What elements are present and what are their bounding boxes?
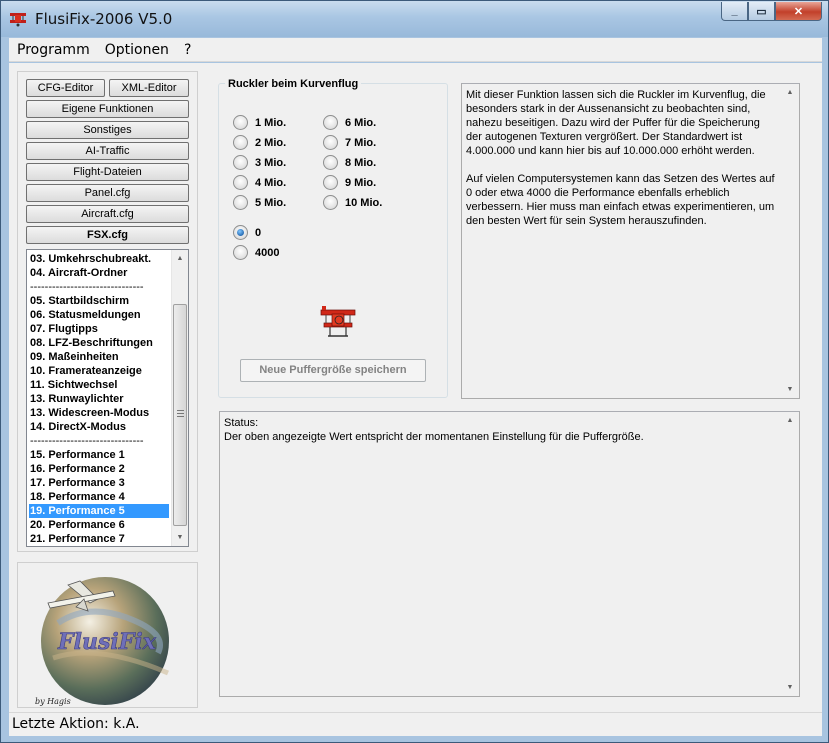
biplane-icon <box>320 306 356 337</box>
radio-icon[interactable] <box>233 195 248 210</box>
radio-icon[interactable] <box>323 195 338 210</box>
menu-programm[interactable]: Programm <box>9 42 97 58</box>
info-textbox[interactable]: Mit dieser Funktion lassen sich die Ruck… <box>461 83 800 399</box>
radio-checked-icon[interactable] <box>233 225 248 240</box>
list-item-selected[interactable]: 19. Performance 5 <box>29 504 169 518</box>
list-item[interactable]: 09. Maßeinheiten <box>29 350 169 364</box>
scroll-up-icon[interactable]: ▲ <box>782 412 798 429</box>
radio-4-mio[interactable]: 4 Mio. <box>233 174 286 191</box>
status-scrollbar[interactable]: ▲ ▼ <box>782 412 799 696</box>
scroll-up-icon[interactable]: ▲ <box>172 250 188 267</box>
cfg-editor-button[interactable]: CFG-Editor <box>26 79 105 97</box>
list-item[interactable]: 06. Statusmeldungen <box>29 308 169 322</box>
status-textbox[interactable]: Status: Der oben angezeigte Wert entspric… <box>219 411 800 697</box>
app-icon[interactable] <box>9 11 27 27</box>
radio-7-mio[interactable]: 7 Mio. <box>323 134 376 151</box>
radio-icon[interactable] <box>323 155 338 170</box>
info-text: Mit dieser Funktion lassen sich die Ruck… <box>466 89 775 227</box>
status-text: Status: Der oben angezeigte Wert entspric… <box>224 416 644 444</box>
radio-icon[interactable] <box>323 135 338 150</box>
panel-cfg-button[interactable]: Panel.cfg <box>26 184 189 202</box>
radio-2-mio[interactable]: 2 Mio. <box>233 134 286 151</box>
flight-files-button[interactable]: Flight-Dateien <box>26 163 189 181</box>
list-item[interactable]: 17. Performance 3 <box>29 476 169 490</box>
list-scrollbar[interactable]: ▲ ▼ <box>171 250 188 546</box>
navigation-panel: CFG-Editor XML-Editor Eigene Funktionen … <box>17 71 198 552</box>
list-item[interactable]: 03. Umkehrschubreakt. <box>29 252 169 266</box>
list-item[interactable]: 16. Performance 2 <box>29 462 169 476</box>
list-item[interactable]: 15. Performance 1 <box>29 448 169 462</box>
logo-panel: FlusiFix by Hagis <box>17 562 198 708</box>
scroll-down-icon[interactable]: ▼ <box>782 381 798 398</box>
radio-1-mio[interactable]: 1 Mio. <box>233 114 286 131</box>
menu-bar: Programm Optionen ? <box>9 38 822 62</box>
radio-9-mio[interactable]: 9 Mio. <box>323 174 376 191</box>
function-list[interactable]: 03. Umkehrschubreakt. 04. Aircraft-Ordne… <box>26 249 189 547</box>
radio-icon[interactable] <box>323 175 338 190</box>
group-title: Ruckler beim Kurvenflug <box>225 78 362 90</box>
list-item[interactable]: 05. Startbildschirm <box>29 294 169 308</box>
list-item[interactable]: 04. Aircraft-Ordner <box>29 266 169 280</box>
radio-icon[interactable] <box>233 135 248 150</box>
maximize-button[interactable]: ▭ <box>748 2 775 21</box>
radio-0[interactable]: 0 <box>233 224 261 241</box>
radio-icon[interactable] <box>233 115 248 130</box>
radio-icon[interactable] <box>233 245 248 260</box>
maximize-icon: ▭ <box>756 5 767 18</box>
list-item[interactable]: 14. DirectX-Modus <box>29 420 169 434</box>
logo-credit: by Hagis <box>35 697 71 706</box>
xml-editor-button[interactable]: XML-Editor <box>109 79 189 97</box>
close-icon: ✕ <box>793 5 804 18</box>
logo-text: FlusiFix <box>57 629 157 655</box>
client-area: CFG-Editor XML-Editor Eigene Funktionen … <box>9 63 822 712</box>
close-button[interactable]: ✕ <box>775 2 822 21</box>
scroll-thumb[interactable] <box>173 304 187 526</box>
flusifix-globe-logo: FlusiFix by Hagis <box>35 577 169 706</box>
scroll-up-icon[interactable]: ▲ <box>782 84 798 101</box>
list-item[interactable]: 18. Performance 4 <box>29 490 169 504</box>
radio-4000[interactable]: 4000 <box>233 244 279 261</box>
radio-10-mio[interactable]: 10 Mio. <box>323 194 382 211</box>
list-item[interactable]: 08. LFZ-Beschriftungen <box>29 336 169 350</box>
list-item[interactable]: 20. Performance 6 <box>29 518 169 532</box>
caption-buttons: _ ▭ ✕ <box>721 2 822 21</box>
minimize-button[interactable]: _ <box>721 2 748 21</box>
status-bar: Letzte Aktion: k.A. <box>9 712 822 736</box>
title-bar[interactable]: FlusiFix-2006 V5.0 _ ▭ ✕ <box>1 1 828 37</box>
misc-button[interactable]: Sonstiges <box>26 121 189 139</box>
radio-6-mio[interactable]: 6 Mio. <box>323 114 376 131</box>
fsx-cfg-button[interactable]: FSX.cfg <box>26 226 189 244</box>
status-label: Status: <box>224 417 259 429</box>
app-window: FlusiFix-2006 V5.0 _ ▭ ✕ Programm Option… <box>0 0 829 743</box>
list-item[interactable]: 13. Widescreen-Modus <box>29 406 169 420</box>
radio-3-mio[interactable]: 3 Mio. <box>233 154 286 171</box>
status-message: Der oben angezeigte Wert entspricht der … <box>224 431 644 443</box>
list-separator: ------------------------------- <box>30 281 144 293</box>
minimize-icon: _ <box>731 5 738 17</box>
list-item[interactable]: 13. Runwaylichter <box>29 392 169 406</box>
window-title: FlusiFix-2006 V5.0 <box>35 10 173 28</box>
info-scrollbar[interactable]: ▲ ▼ <box>782 84 799 398</box>
menu-optionen[interactable]: Optionen <box>97 42 176 58</box>
ai-traffic-button[interactable]: AI-Traffic <box>26 142 189 160</box>
radio-5-mio[interactable]: 5 Mio. <box>233 194 286 211</box>
menu-help[interactable]: ? <box>176 42 198 58</box>
radio-icon[interactable] <box>233 175 248 190</box>
radio-8-mio[interactable]: 8 Mio. <box>323 154 376 171</box>
list-item[interactable]: 10. Framerateanzeige <box>29 364 169 378</box>
scroll-down-icon[interactable]: ▼ <box>172 529 188 546</box>
save-buffer-button[interactable]: Neue Puffergröße speichern <box>240 359 426 382</box>
scroll-down-icon[interactable]: ▼ <box>782 679 798 696</box>
list-item[interactable]: 11. Sichtwechsel <box>29 378 169 392</box>
list-item[interactable]: 07. Flugtipps <box>29 322 169 336</box>
list-separator: ------------------------------- <box>30 435 144 447</box>
aircraft-cfg-button[interactable]: Aircraft.cfg <box>26 205 189 223</box>
radio-icon[interactable] <box>323 115 338 130</box>
radio-icon[interactable] <box>233 155 248 170</box>
own-functions-button[interactable]: Eigene Funktionen <box>26 100 189 118</box>
list-item[interactable]: 21. Performance 7 <box>29 532 169 546</box>
